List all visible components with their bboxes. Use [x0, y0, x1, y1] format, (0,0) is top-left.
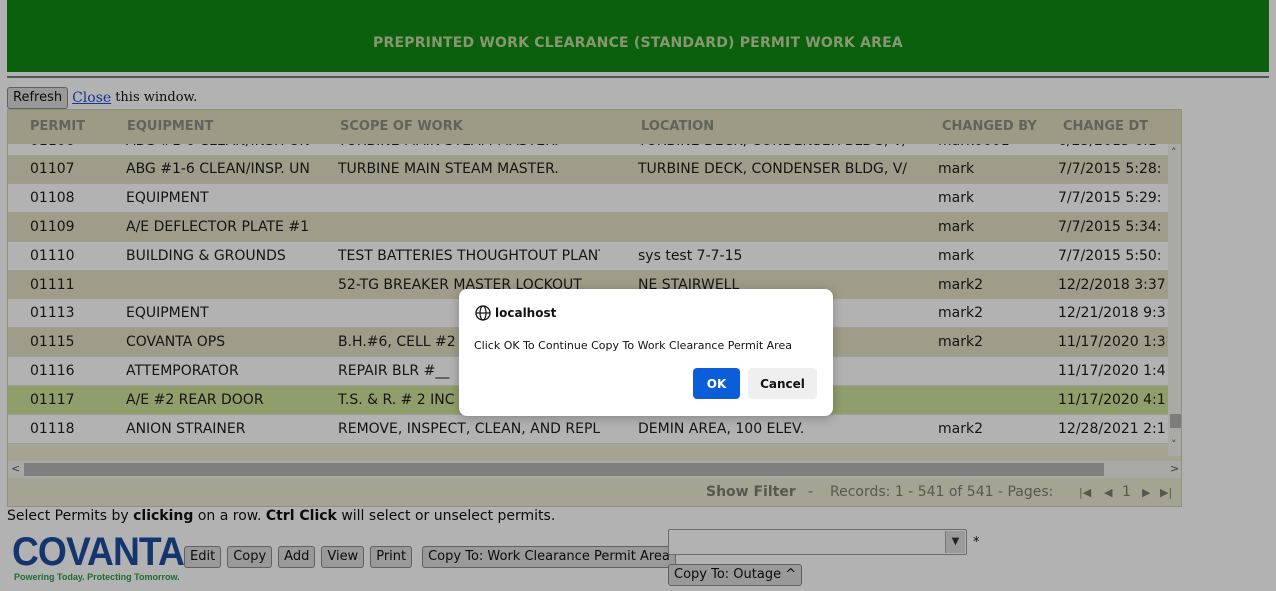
dialog-origin: localhost: [495, 306, 557, 320]
ok-button[interactable]: OK: [693, 368, 740, 399]
confirm-dialog: localhost Click OK To Continue Copy To W…: [459, 289, 833, 416]
globe-icon: [475, 305, 491, 321]
cancel-button[interactable]: Cancel: [748, 368, 817, 399]
dialog-message: Click OK To Continue Copy To Work Cleara…: [474, 339, 792, 352]
